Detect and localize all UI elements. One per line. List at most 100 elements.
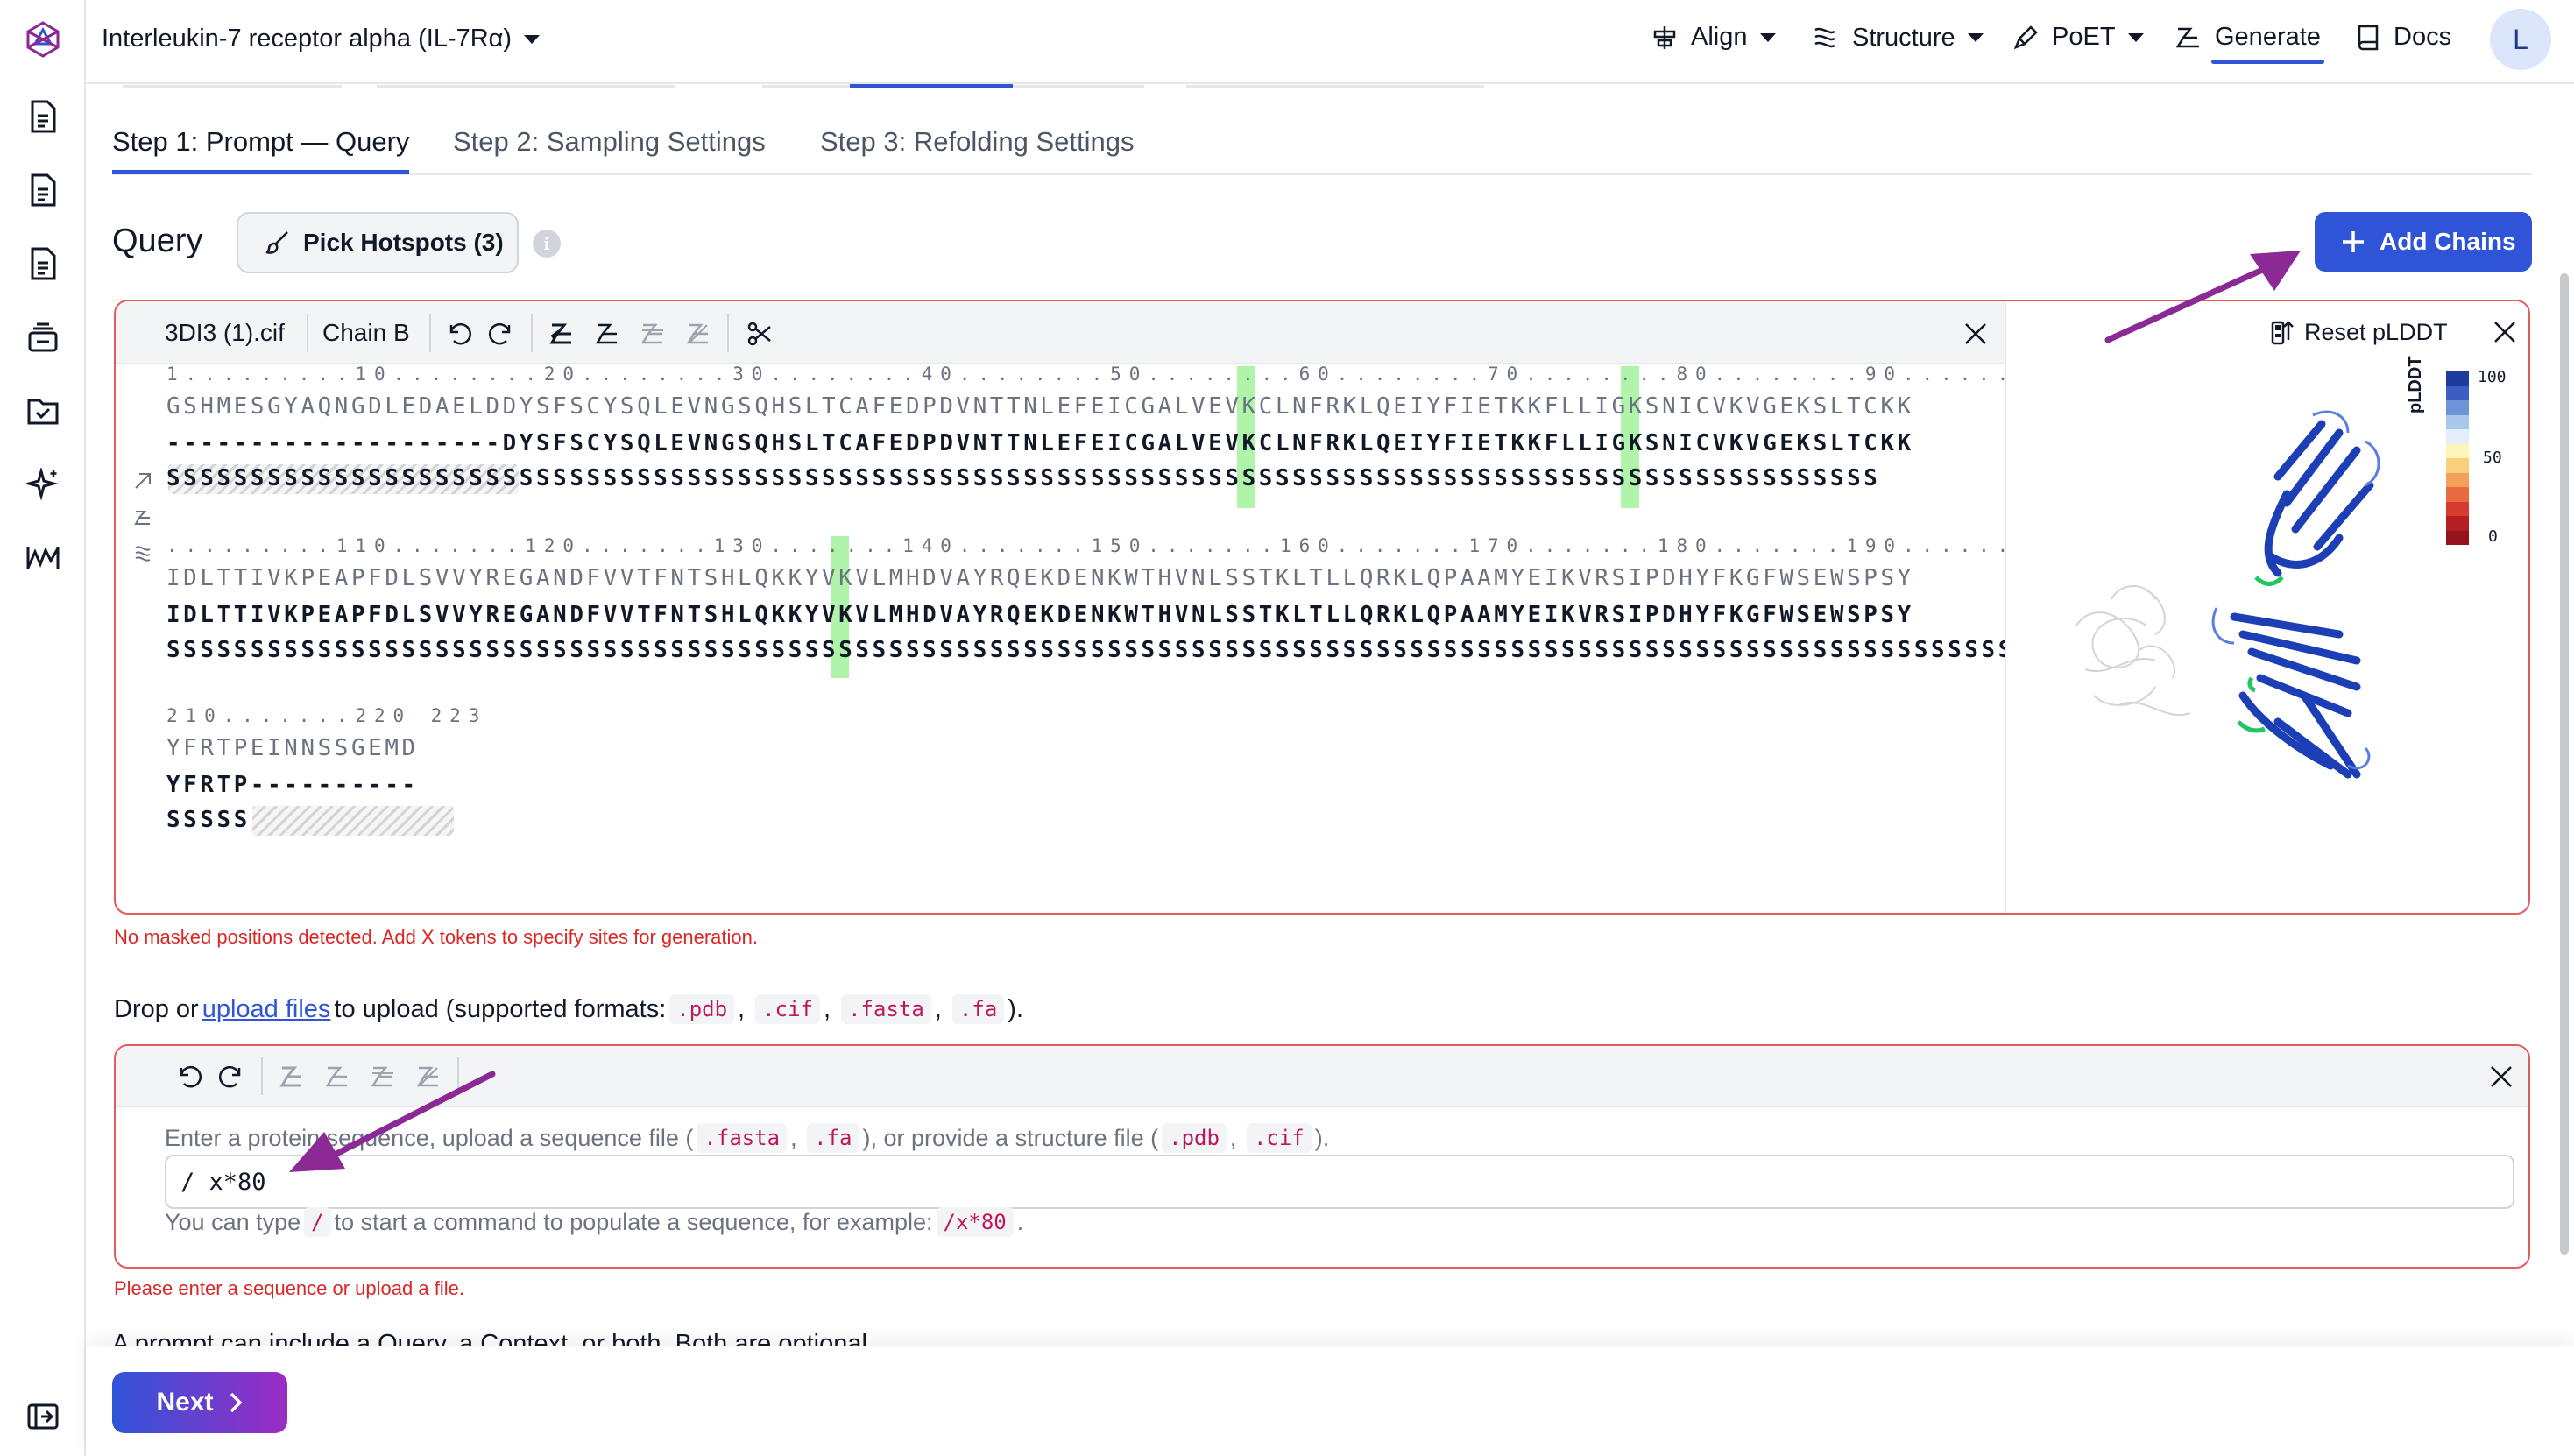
waveform-icon[interactable]	[23, 538, 63, 578]
sparkle-icon[interactable]	[23, 464, 63, 505]
redo-icon[interactable]	[485, 317, 519, 350]
new-chain-panel: Enter a protein sequence, upload a seque…	[114, 1044, 2530, 1269]
left-sidebar	[0, 0, 86, 1456]
design-all-icon[interactable]	[636, 317, 669, 350]
app-logo-icon[interactable]	[23, 19, 63, 60]
new-chain-toolbar	[116, 1046, 2528, 1107]
layers-icon[interactable]	[23, 317, 63, 357]
query-heading: Query	[112, 223, 203, 259]
bottom-action-bar	[86, 1346, 2574, 1456]
nav-align-label: Align	[1691, 23, 1748, 51]
upload-middle: to upload (supported formats:	[334, 994, 667, 1023]
stepper-fragment-active	[850, 81, 1013, 88]
hint-format-fa: .fa	[807, 1123, 859, 1153]
page-scrollbar[interactable]	[2560, 273, 2569, 1255]
query-sequence-row[interactable]: GSHMESGYAQNGDLEDAELDDYSFSCYSQLEVNGSQHSLT…	[166, 389, 1914, 424]
top-bar: Interleukin-7 receptor alpha (IL-7Rα) Al…	[86, 0, 2574, 84]
toolbar-divider	[429, 314, 431, 352]
tip-example: /x*80	[936, 1207, 1014, 1237]
next-button[interactable]: Next	[112, 1372, 287, 1433]
query-sequence-row[interactable]: YFRTPEINNSSGEMD	[166, 731, 419, 766]
structure-row-icon	[130, 540, 156, 566]
folder-check-icon[interactable]	[23, 391, 63, 431]
tip-slash: /	[304, 1207, 331, 1237]
close-icon[interactable]	[2485, 1060, 2518, 1093]
undo-icon[interactable]	[442, 317, 475, 350]
stepper-fragment	[762, 81, 850, 88]
chevron-down-icon	[1967, 33, 1984, 42]
step-tabs: Step 1: Prompt — Query Step 2: Sampling …	[112, 123, 2532, 175]
secondary-structure-row: SSSSSSSSSSSSSSSSSSSSSSSSSSSSSSSSSSSSSSSS…	[166, 465, 1881, 491]
hint-format-cif: .cif	[1246, 1123, 1312, 1153]
structure-sequence-row[interactable]: --------------------DYSFSCYSQLEVNGSQHSLT…	[166, 426, 1914, 461]
undo-icon[interactable]	[172, 1060, 205, 1093]
close-icon[interactable]	[1959, 317, 1992, 350]
document-icon[interactable]	[23, 244, 63, 284]
project-selector[interactable]: Interleukin-7 receptor alpha (IL-7Rα)	[102, 25, 541, 53]
brush-icon	[265, 231, 288, 254]
avatar[interactable]: L	[2490, 9, 2551, 70]
nav-poet[interactable]: PoET	[2012, 23, 2144, 52]
sequence-ruler: 1.........10........20........30........…	[166, 364, 2243, 385]
mask-region-icon[interactable]	[275, 1060, 308, 1093]
document-icon[interactable]	[23, 170, 63, 210]
redo-icon[interactable]	[216, 1060, 249, 1093]
sequence-ruler: .........110.......120.......130.......1…	[166, 535, 2224, 556]
structure-viewer[interactable]: Reset pLDDT pLDDT 100 50 0	[2005, 301, 2528, 913]
sequence-viewer: 1.........10........20........30........…	[116, 364, 2235, 913]
document-icon[interactable]	[23, 96, 63, 137]
nav-align[interactable]: Align	[1651, 23, 1776, 52]
query-sequence-row[interactable]: IDLTTIVKPEAPFDLSVVYREGANDFVVTFNTSHLQKKYV…	[166, 561, 1914, 596]
reset-plddt-button[interactable]: Reset pLDDT	[2269, 317, 2448, 347]
stepper-fragment	[123, 81, 342, 88]
add-chains-button[interactable]: Add Chains	[2315, 212, 2532, 272]
tab-step1-prompt-query[interactable]: Step 1: Prompt — Query	[112, 126, 410, 174]
toolbar-divider	[727, 314, 729, 352]
format-fasta: .fasta	[841, 994, 931, 1024]
close-icon[interactable]	[2492, 319, 2518, 350]
tip-text: You can type	[165, 1208, 301, 1235]
chain-selector[interactable]: Chain B	[322, 319, 410, 347]
structure-file-name: 3DI3 (1).cif	[165, 319, 285, 346]
secondary-structure-row: SSSSS	[166, 807, 251, 833]
chevron-right-icon	[230, 1392, 242, 1413]
collapse-sidebar-icon[interactable]	[23, 1396, 63, 1437]
info-icon[interactable]: i	[533, 230, 561, 258]
tab-step2-sampling-settings[interactable]: Step 2: Sampling Settings	[453, 126, 766, 158]
toolbar-divider	[261, 1057, 263, 1095]
clear-design-icon[interactable]	[412, 1060, 445, 1093]
clear-design-icon[interactable]	[682, 317, 715, 350]
align-icon	[1653, 25, 1676, 49]
toolbar-divider	[457, 1057, 459, 1095]
nav-structure[interactable]: Structure	[1810, 23, 1984, 53]
pick-hotspots-button[interactable]: Pick Hotspots (3)	[237, 212, 519, 273]
app-root: Interleukin-7 receptor alpha (IL-7Rα) Al…	[0, 0, 2574, 1456]
add-chains-label: Add Chains	[2380, 228, 2516, 255]
reset-plddt-label: Reset pLDDT	[2304, 318, 2448, 345]
plddt-color-scale	[2446, 371, 2469, 545]
design-icon[interactable]	[321, 1060, 354, 1093]
plddt-tick-0: 0	[2488, 527, 2498, 546]
upload-files-link[interactable]: upload files	[202, 995, 331, 1024]
mask-region-icon[interactable]	[545, 317, 578, 350]
upload-prefix: Drop or	[114, 994, 199, 1023]
reset-color-icon	[2271, 321, 2294, 345]
chevron-down-icon	[524, 34, 541, 44]
upload-instructions: Drop or upload files to upload (supporte…	[114, 994, 1023, 1024]
scissors-icon[interactable]	[743, 317, 776, 350]
no-masked-warning: No masked positions detected. Add X toke…	[114, 926, 758, 948]
tab-step3-refolding-settings[interactable]: Step 3: Refolding Settings	[820, 126, 1134, 158]
nav-active-indicator	[2211, 60, 2324, 64]
nav-generate-label: Generate	[2215, 23, 2321, 51]
design-all-icon[interactable]	[366, 1060, 400, 1093]
sequence-command-input[interactable]: / x*80	[165, 1155, 2514, 1209]
sequence-input-hint: Enter a protein sequence, upload a seque…	[165, 1123, 1329, 1153]
format-pdb: .pdb	[669, 994, 735, 1024]
structure-sequence-row[interactable]: YFRTP----------	[166, 767, 419, 802]
sequence-row-icon	[130, 468, 156, 494]
nav-generate[interactable]: Generate	[2174, 23, 2324, 64]
nav-docs[interactable]: Docs	[2355, 23, 2451, 52]
hint-text: ), or provide a structure file (	[862, 1124, 1159, 1151]
structure-sequence-row[interactable]: IDLTTIVKPEAPFDLSVVYREGANDFVVTFNTSHLQKKYV…	[166, 597, 1914, 633]
design-icon[interactable]	[590, 317, 624, 350]
